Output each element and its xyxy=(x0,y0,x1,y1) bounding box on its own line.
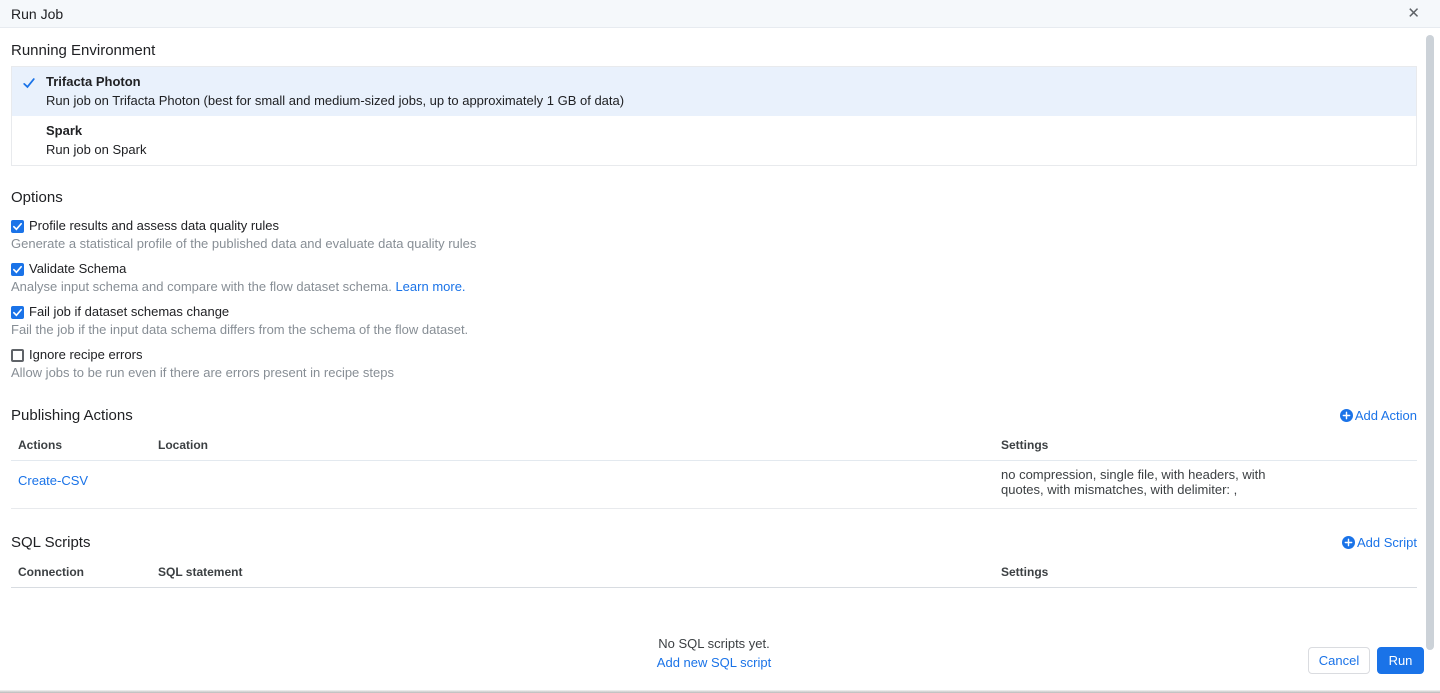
add-action-label: Add Action xyxy=(1355,408,1417,423)
create-csv-link[interactable]: Create-CSV xyxy=(18,467,158,497)
add-script-label: Add Script xyxy=(1357,535,1417,550)
option-label[interactable]: Fail job if dataset schemas change xyxy=(29,304,229,320)
env-option-texts: Spark Run job on Spark xyxy=(46,123,1416,157)
running-environment-panel: Trifacta Photon Run job on Trifacta Phot… xyxy=(11,66,1417,166)
env-option-spark[interactable]: Spark Run job on Spark xyxy=(12,116,1416,165)
close-icon[interactable]: ✕ xyxy=(1403,4,1424,23)
location-cell xyxy=(158,467,1001,497)
env-option-trifacta-photon[interactable]: Trifacta Photon Run job on Trifacta Phot… xyxy=(12,67,1416,116)
selected-check-icon xyxy=(12,74,46,108)
column-header-connection: Connection xyxy=(18,565,158,579)
sql-scripts-empty-state: No SQL scripts yet. Add new SQL script xyxy=(11,636,1417,671)
sql-scripts-table: Connection SQL statement Settings No SQL… xyxy=(11,561,1417,671)
add-new-sql-script-link[interactable]: Add new SQL script xyxy=(11,655,1417,671)
vertical-scrollbar[interactable] xyxy=(1426,35,1434,650)
run-button[interactable]: Run xyxy=(1377,647,1424,674)
publishing-action-row: Create-CSV no compression, single file, … xyxy=(11,461,1417,509)
learn-more-link[interactable]: Learn more. xyxy=(395,279,465,294)
sql-scripts-header-row: SQL Scripts Add Script xyxy=(11,534,1417,551)
dialog-title: Run Job xyxy=(11,6,63,22)
plus-icon xyxy=(1342,536,1355,549)
option-description: Generate a statistical profile of the pu… xyxy=(11,236,1417,252)
option-description: Fail the job if the input data schema di… xyxy=(11,322,1417,338)
dialog-footer: Cancel Run xyxy=(1308,647,1424,674)
run-job-dialog: Run Job ✕ Running Environment Trifacta P… xyxy=(0,0,1440,693)
plus-icon xyxy=(1340,409,1353,422)
publishing-actions-table-header: Actions Location Settings xyxy=(11,434,1417,461)
empty-check-slot xyxy=(12,123,46,157)
column-header-actions: Actions xyxy=(18,438,158,452)
publishing-actions-heading: Publishing Actions xyxy=(11,407,133,424)
sql-scripts-heading: SQL Scripts xyxy=(11,534,90,551)
env-option-name: Trifacta Photon xyxy=(46,74,1416,89)
option-description-text: Analyse input schema and compare with th… xyxy=(11,279,392,294)
option-fail-job: Fail job if dataset schemas change Fail … xyxy=(11,304,1417,338)
column-header-sql-statement: SQL statement xyxy=(158,565,1001,579)
option-label[interactable]: Profile results and assess data quality … xyxy=(29,218,279,234)
validate-schema-checkbox[interactable] xyxy=(11,263,24,276)
add-script-link[interactable]: Add Script xyxy=(1342,535,1417,550)
option-label[interactable]: Validate Schema xyxy=(29,261,126,277)
dialog-header: Run Job ✕ xyxy=(0,0,1440,28)
cancel-button[interactable]: Cancel xyxy=(1308,647,1370,674)
option-description: Allow jobs to be run even if there are e… xyxy=(11,365,1417,381)
env-option-description: Run job on Trifacta Photon (best for sma… xyxy=(46,93,1416,108)
column-header-location: Location xyxy=(158,438,1001,452)
option-label[interactable]: Ignore recipe errors xyxy=(29,347,142,363)
env-option-name: Spark xyxy=(46,123,1416,138)
env-option-texts: Trifacta Photon Run job on Trifacta Phot… xyxy=(46,74,1416,108)
publishing-actions-header-row: Publishing Actions Add Action xyxy=(11,407,1417,424)
publishing-actions-table: Actions Location Settings Create-CSV no … xyxy=(11,434,1417,509)
ignore-recipe-errors-checkbox[interactable] xyxy=(11,349,24,362)
option-ignore-recipe-errors: Ignore recipe errors Allow jobs to be ru… xyxy=(11,347,1417,381)
column-header-settings: Settings xyxy=(1001,565,1417,579)
option-profile-results: Profile results and assess data quality … xyxy=(11,218,1417,252)
column-header-settings: Settings xyxy=(1001,438,1417,452)
profile-results-checkbox[interactable] xyxy=(11,220,24,233)
options-list: Profile results and assess data quality … xyxy=(11,218,1417,381)
add-action-link[interactable]: Add Action xyxy=(1340,408,1417,423)
fail-job-checkbox[interactable] xyxy=(11,306,24,319)
settings-cell: no compression, single file, with header… xyxy=(1001,467,1286,497)
empty-state-text: No SQL scripts yet. xyxy=(11,636,1417,652)
sql-scripts-table-header: Connection SQL statement Settings xyxy=(11,561,1417,588)
option-validate-schema: Validate Schema Analyse input schema and… xyxy=(11,261,1417,295)
env-option-description: Run job on Spark xyxy=(46,142,1416,157)
running-environment-heading: Running Environment xyxy=(11,42,1417,59)
options-heading: Options xyxy=(11,189,1417,206)
option-description: Analyse input schema and compare with th… xyxy=(11,279,1417,295)
dialog-content: Running Environment Trifacta Photon Run … xyxy=(0,42,1440,671)
